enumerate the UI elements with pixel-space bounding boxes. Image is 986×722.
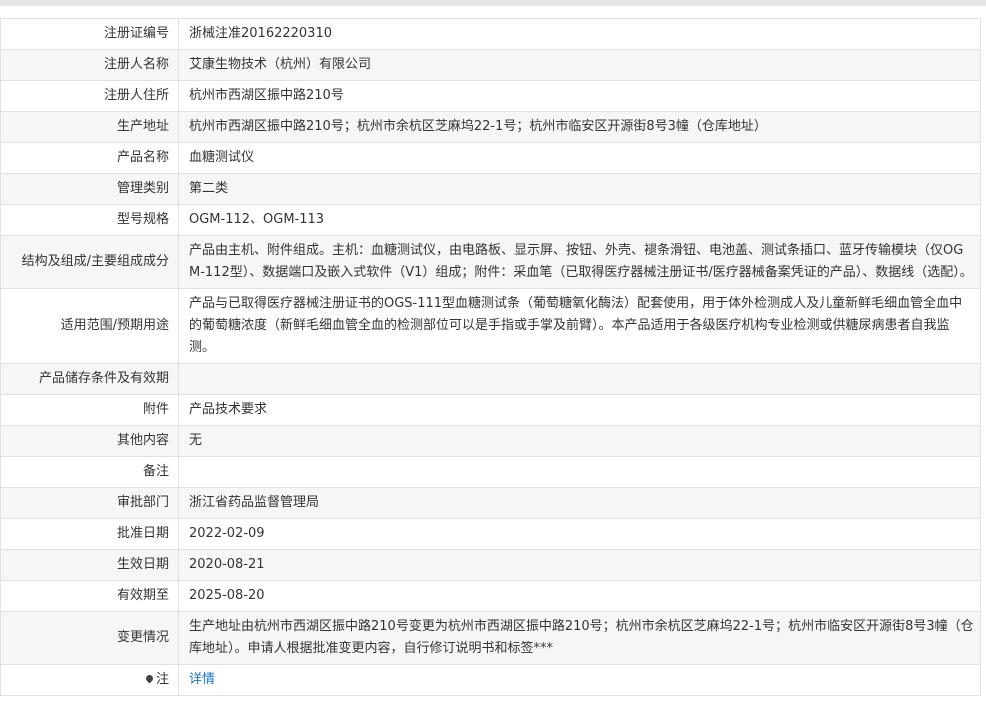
table-row: 型号规格 OGM-112、OGM-113 [0, 204, 981, 236]
row-label: 生产地址 [0, 111, 179, 143]
table-row: 附件 产品技术要求 [0, 394, 981, 426]
row-value: 血糖测试仪 [178, 142, 981, 174]
row-value: 艾康生物技术（杭州）有限公司 [178, 49, 981, 81]
note-label-cell: 注 [0, 664, 179, 696]
row-label: 注册证编号 [0, 18, 179, 50]
note-value-cell: 详情 [178, 664, 981, 696]
table-row: 有效期至 2025-08-20 [0, 580, 981, 612]
table-row: 产品储存条件及有效期 [0, 363, 981, 395]
row-label: 注册人住所 [0, 80, 179, 112]
row-value: 生产地址由杭州市西湖区振中路210号变更为杭州市西湖区振中路210号；杭州市余杭… [178, 611, 981, 665]
row-value: 无 [178, 425, 981, 457]
row-value: 产品由主机、附件组成。主机：血糖测试仪，由电路板、显示屏、按钮、外壳、褪条滑钮、… [178, 235, 981, 289]
row-label: 附件 [0, 394, 179, 426]
table-row: 注册人住所 杭州市西湖区振中路210号 [0, 80, 981, 112]
row-value: 2022-02-09 [178, 518, 981, 550]
row-label: 注册人名称 [0, 49, 179, 81]
detail-link[interactable]: 详情 [189, 672, 215, 687]
table-row: 备注 [0, 456, 981, 488]
table-row: 结构及组成/主要组成成分 产品由主机、附件组成。主机：血糖测试仪，由电路板、显示… [0, 235, 981, 289]
row-label: 审批部门 [0, 487, 179, 519]
table-row: 生效日期 2020-08-21 [0, 549, 981, 581]
row-value [178, 456, 981, 488]
row-label: 有效期至 [0, 580, 179, 612]
row-value: 2025-08-20 [178, 580, 981, 612]
row-label: 型号规格 [0, 204, 179, 236]
row-label: 产品储存条件及有效期 [0, 363, 179, 395]
row-label: 管理类别 [0, 173, 179, 205]
row-value: OGM-112、OGM-113 [178, 204, 981, 236]
row-value: 浙江省药品监督管理局 [178, 487, 981, 519]
row-label: 变更情况 [0, 611, 179, 665]
row-value: 杭州市西湖区振中路210号 [178, 80, 981, 112]
table-row: 批准日期 2022-02-09 [0, 518, 981, 550]
table-row: 注册人名称 艾康生物技术（杭州）有限公司 [0, 49, 981, 81]
table-row: 生产地址 杭州市西湖区振中路210号；杭州市余杭区芝麻坞22-1号；杭州市临安区… [0, 111, 981, 143]
table-row: 适用范围/预期用途 产品与已取得医疗器械注册证书的OGS-111型血糖测试条（葡… [0, 288, 981, 364]
table-row: 变更情况 生产地址由杭州市西湖区振中路210号变更为杭州市西湖区振中路210号；… [0, 611, 981, 665]
row-label: 备注 [0, 456, 179, 488]
row-value [178, 363, 981, 395]
table-row: 管理类别 第二类 [0, 173, 981, 205]
row-value: 杭州市西湖区振中路210号；杭州市余杭区芝麻坞22-1号；杭州市临安区开源街8号… [178, 111, 981, 143]
table-row: 注册证编号 浙械注准20162220310 [0, 18, 981, 50]
row-value: 产品技术要求 [178, 394, 981, 426]
row-label: 适用范围/预期用途 [0, 288, 179, 364]
row-label: 其他内容 [0, 425, 179, 457]
row-value: 2020-08-21 [178, 549, 981, 581]
row-value: 第二类 [178, 173, 981, 205]
row-value: 产品与已取得医疗器械注册证书的OGS-111型血糖测试条（葡萄糖氧化酶法）配套使… [178, 288, 981, 364]
note-label: 注 [155, 672, 169, 687]
top-scroll-strip [0, 0, 986, 6]
pin-icon [144, 673, 155, 684]
table-row: 其他内容 无 [0, 425, 981, 457]
row-label: 生效日期 [0, 549, 179, 581]
table-row: 产品名称 血糖测试仪 [0, 142, 981, 174]
note-row: 注 详情 [0, 664, 981, 696]
row-label: 批准日期 [0, 518, 179, 550]
row-label: 产品名称 [0, 142, 179, 174]
row-label: 结构及组成/主要组成成分 [0, 235, 179, 289]
row-value: 浙械注准20162220310 [178, 18, 981, 50]
table-row: 审批部门 浙江省药品监督管理局 [0, 487, 981, 519]
registration-detail-table: 注册证编号 浙械注准20162220310 注册人名称 艾康生物技术（杭州）有限… [0, 18, 981, 696]
